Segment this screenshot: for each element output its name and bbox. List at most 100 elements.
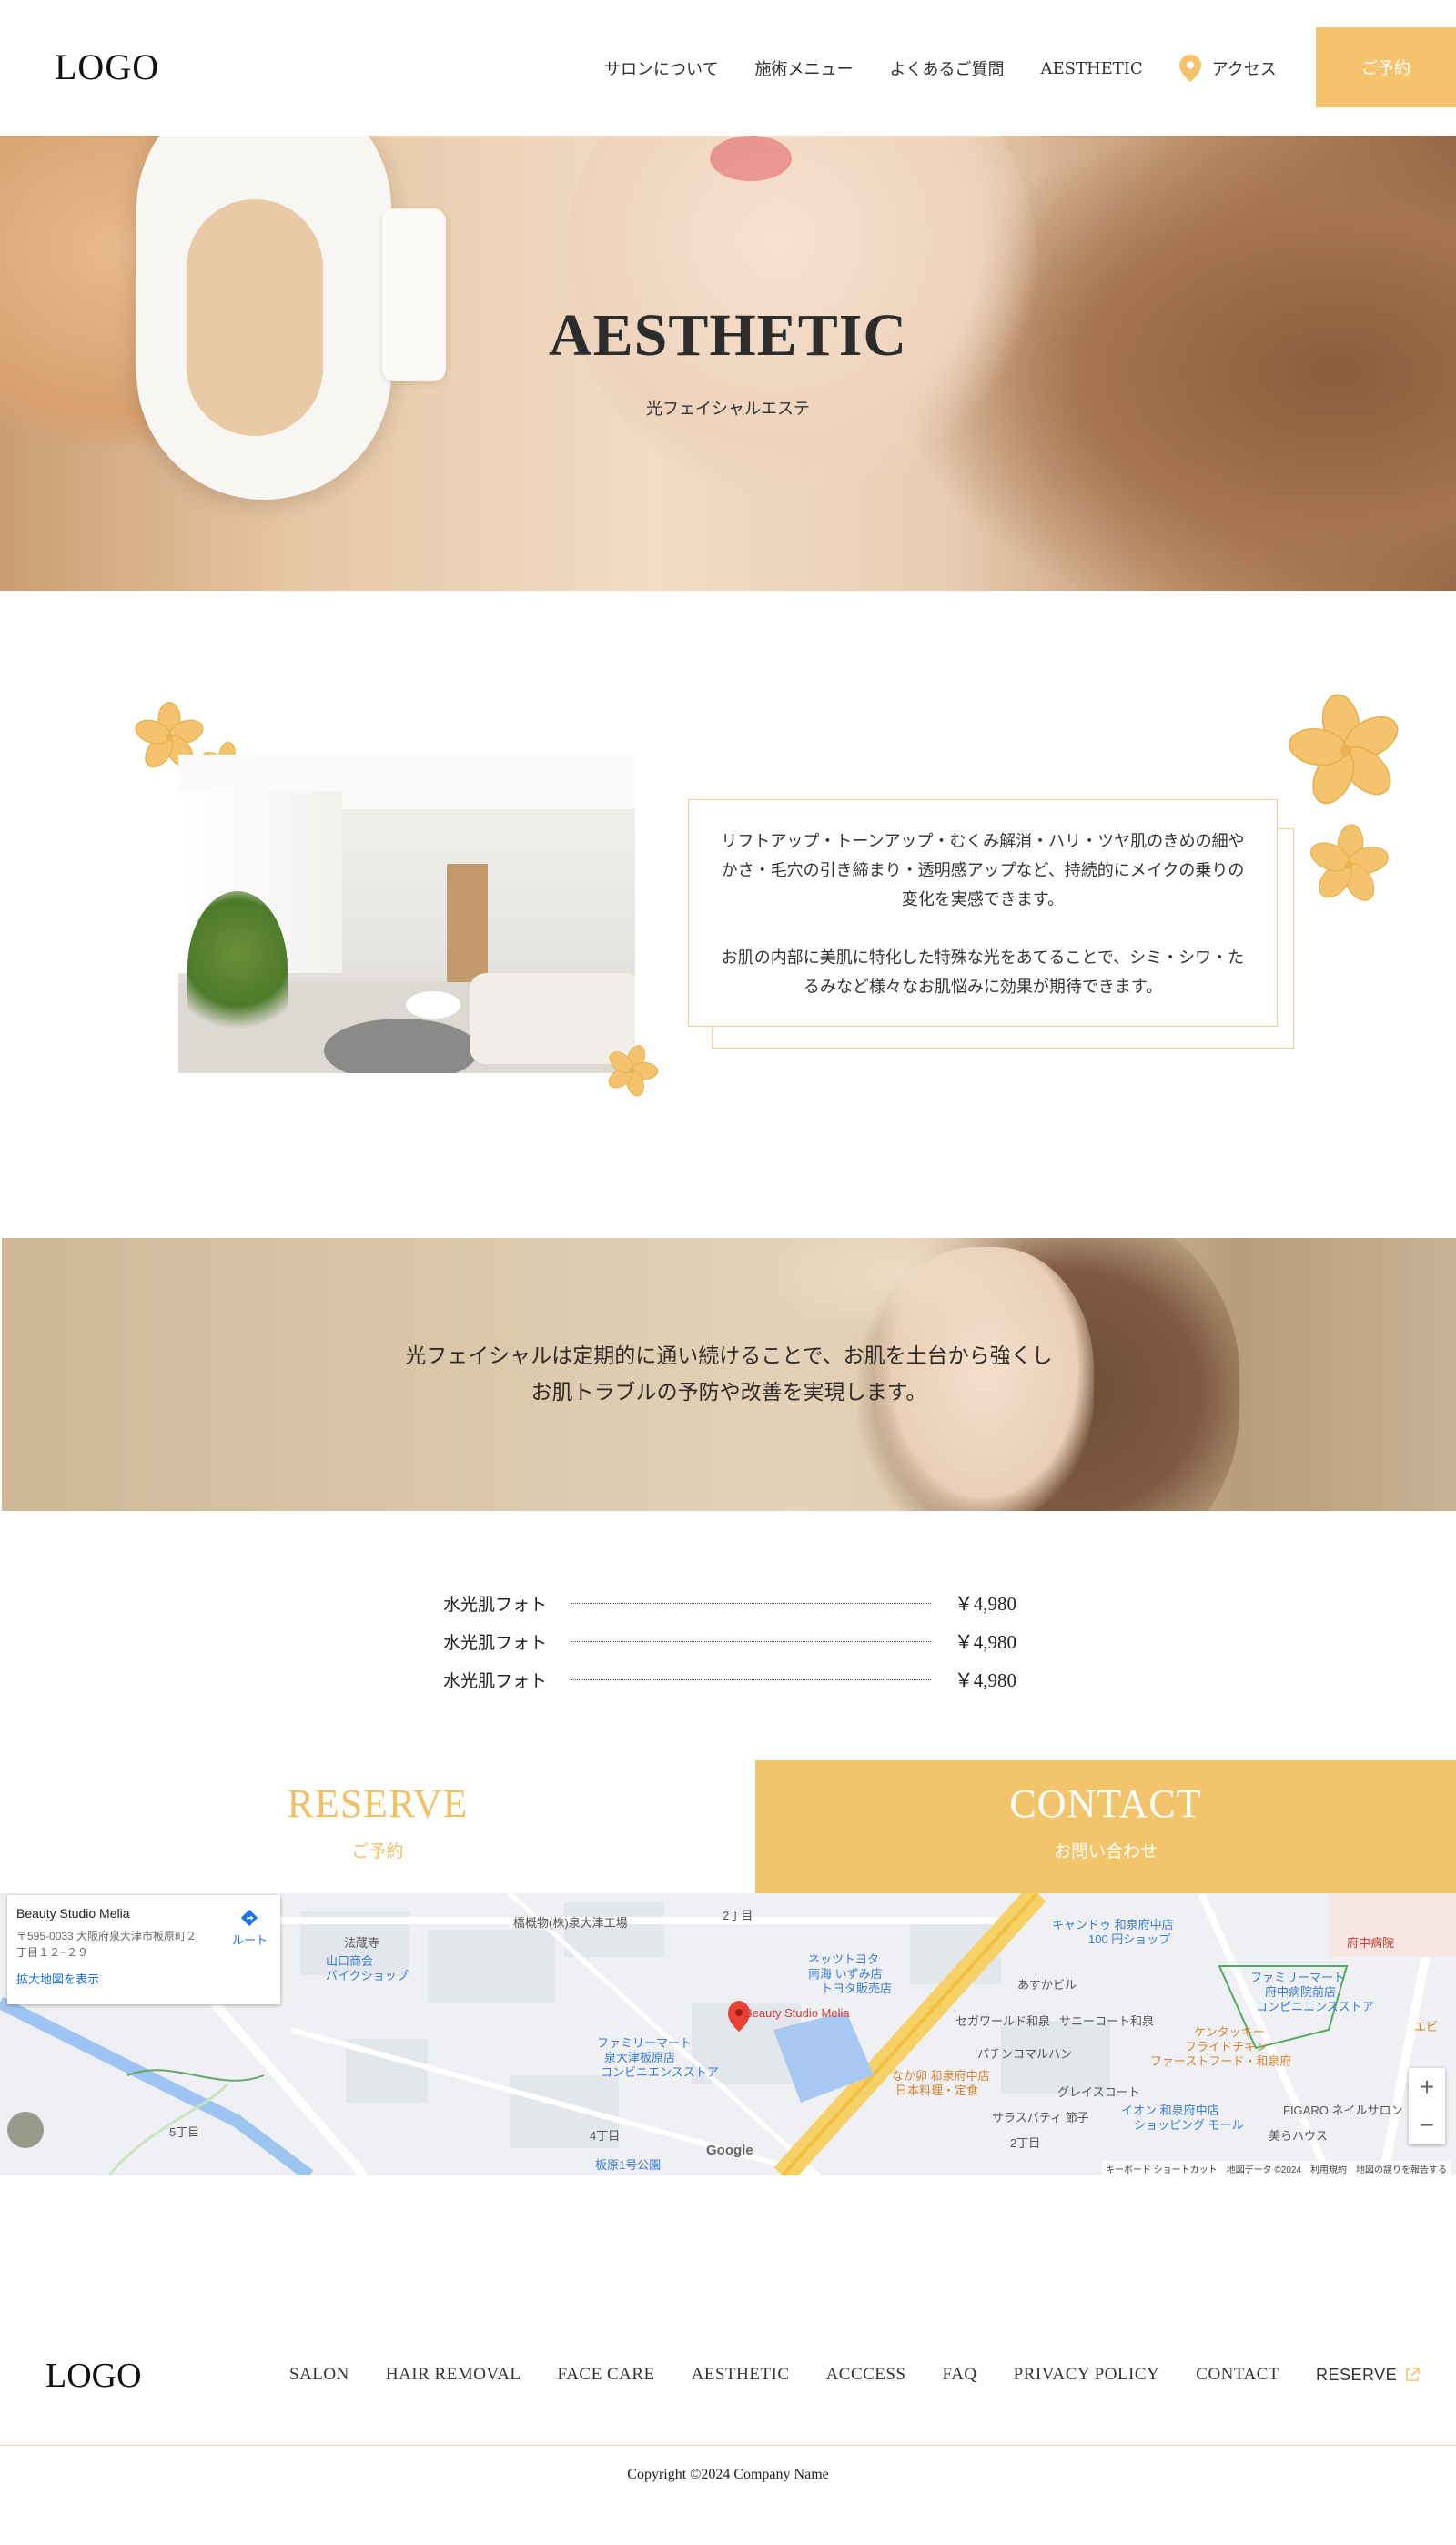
footer-nav-privacy[interactable]: PRIVACY POLICY [1014,2365,1160,2385]
map-label: 100 円ショップ [1088,1932,1171,1946]
map-label: 日本料理・定食 [895,2084,979,2097]
header-reserve-button[interactable]: ご予約 [1316,27,1456,107]
footer-logo[interactable]: LOGO [46,2356,142,2396]
price-item-name: 水光肌フォト [443,1594,548,1615]
message-banner: 光フェイシャルは定期的に通い続けることで、お肌を土台から強くし お肌トラブルの予… [2,1238,1456,1511]
footer-nav-contact[interactable]: CONTACT [1196,2365,1279,2385]
zoom-out-button[interactable]: − [1409,2106,1445,2144]
external-link-icon [1406,2368,1420,2381]
room-table [406,991,460,1019]
map-label: サラスパティ 節子 [992,2111,1089,2124]
room-door [447,864,488,991]
reserve-cta-button[interactable]: RESERVE ご予約 [0,1760,755,1893]
banner-message-line-2: お肌トラブルの予防や改善を実現します。 [531,1381,927,1404]
map-label: FIGARO ネイルサロン [1283,2104,1403,2117]
contact-cta-subtitle: お問い合わせ [1053,1841,1158,1861]
price-item-name: 水光肌フォト [443,1670,548,1691]
map-info-card: Beauty Studio Melia 〒595-0033 大阪府泉大津市板原町… [7,1895,280,2004]
reserve-cta-title: RESERVE [287,1781,469,1826]
contact-cta-title: CONTACT [1009,1781,1202,1826]
flower-decoration-icon [1289,694,1399,805]
flower-decoration-icon [1310,824,1389,901]
price-item-price: ￥4,980 [954,1669,1016,1691]
directions-icon [241,1909,258,1927]
reserve-cta-subtitle: ご予約 [351,1841,404,1861]
map-zoom-control: + − [1409,2068,1445,2144]
footer-nav: SALON HAIR REMOVAL FACE CARE AESTHETIC A… [289,2365,1421,2385]
intro-paragraph-1: リフトアップ・トーンアップ・むくみ解消・ハリ・ツヤ肌のきめの細やかさ・毛穴の引き… [721,832,1245,909]
salon-room-photo [178,755,635,1073]
price-item-price: ￥4,980 [954,1631,1016,1653]
flower-decoration-icon [608,1045,659,1097]
map-label: 美らハウス [1269,2129,1329,2143]
map-label: あすかビル [1017,1978,1077,1992]
map-label: 板原1号公園 [595,2158,662,2172]
footer-reserve-label: RESERVE [1315,2365,1398,2384]
hero-photo-lips [710,136,792,181]
map-enlarge-link[interactable]: 拡大地図を表示 [16,1970,271,1987]
footer-nav-access[interactable]: ACCCESS [826,2365,906,2385]
map-place-address: 〒595-0033 大阪府泉大津市板原町２丁目１２−２９ [16,1930,197,1959]
zoom-in-button[interactable]: + [1409,2068,1445,2106]
map-label: グレイスコート [1057,2085,1140,2099]
banner-message: 光フェイシャルは定期的に通い続けることで、お肌を土台から強くし お肌トラブルの予… [2,1338,1456,1411]
footer-nav-faq[interactable]: FAQ [943,2365,977,2385]
price-item-name: 水光肌フォト [443,1632,548,1653]
map-label: バイクショップ [326,1969,409,1982]
nav-item-salon[interactable]: サロンについて [604,56,718,80]
map-label: ファーストフード・和泉府 [1150,2054,1292,2068]
google-logo: Google [706,2143,753,2158]
copyright: Copyright ©2024 Company Name [627,2467,829,2482]
nav-item-menu[interactable]: 施術メニュー [754,56,853,80]
price-leader [571,1640,931,1642]
map-label: 2丁目 [1010,2136,1041,2150]
nav-item-faq[interactable]: よくあるご質問 [889,56,1004,80]
map-label: コンビニエンスストア [601,2065,719,2079]
map-label: 4丁目 [590,2129,621,2143]
map-pin-icon [1178,55,1201,82]
price-row: 水光肌フォト ￥4,980 [443,1660,1016,1698]
price-item-price: ￥4,980 [954,1593,1016,1615]
map-label: 2丁目 [723,1909,753,1922]
map-label: 橋概物(株)泉大津工場 [513,1916,628,1930]
intro-text-box: リフトアップ・トーンアップ・むくみ解消・ハリ・ツヤ肌のきめの細やかさ・毛穴の引き… [688,799,1278,1027]
map-label: 5丁目 [169,2125,200,2139]
map-label: サニーコート和泉 [1059,2014,1155,2028]
header-nav: サロンについて 施術メニュー よくあるご質問 AESTHETIC アクセス [604,55,1313,82]
footer-nav-face-care[interactable]: FACE CARE [558,2365,655,2385]
map-label: トヨタ販売店 [821,1982,893,1995]
banner-message-line-1: 光フェイシャルは定期的に通い続けることで、お肌を土台から強くし [405,1344,1053,1368]
map-label: ショッピング モール [1134,2118,1244,2132]
header-logo[interactable]: LOGO [55,46,159,88]
map-label: 府中病院 [1347,1936,1395,1950]
price-row: 水光肌フォト ￥4,980 [443,1622,1016,1660]
footer-nav-hair-removal[interactable]: HAIR REMOVAL [386,2365,521,2385]
nav-item-access-label: アクセス [1211,60,1277,79]
hero-banner: AESTHETIC 光フェイシャルエステ [0,136,1456,591]
map-label: セガワールド和泉 [956,2014,1051,2028]
nav-item-access[interactable]: アクセス [1178,55,1277,82]
footer-divider [0,2445,1456,2446]
nav-item-aesthetic[interactable]: AESTHETIC [1040,59,1142,78]
footer-nav-reserve[interactable]: RESERVE [1316,2366,1421,2385]
map-label: コンビニエンスストア [1256,2000,1374,2013]
price-row: 水光肌フォト ￥4,980 [443,1584,1016,1622]
contact-cta-button[interactable]: CONTACT お問い合わせ [755,1760,1456,1893]
map-route-button[interactable]: ルート [232,1908,268,1948]
intro-paragraph-2: お肌の内部に美肌に特化した特殊な光をあてることで、シミ・シワ・たるみなど様々なお… [721,948,1245,997]
footer-nav-salon[interactable]: SALON [289,2365,349,2385]
map-label: パチンコマルハン [977,2047,1073,2061]
footer-nav-aesthetic[interactable]: AESTHETIC [692,2365,790,2385]
price-leader [571,1678,931,1680]
map-route-label: ルート [231,1933,268,1947]
map-attribution[interactable]: キーボード ショートカット 地図データ ©2024 利用規約 地図の誤りを報告す… [1101,2161,1451,2176]
map-label: Beauty Studio Melia [744,2006,850,2020]
map-label: エビ [1414,2020,1439,2033]
price-leader [571,1602,931,1604]
page-title: AESTHETIC [548,302,908,369]
price-list: 水光肌フォト ￥4,980 水光肌フォト ￥4,980 水光肌フォト ￥4,98… [443,1584,1016,1698]
map-label: 法蔵寺 [344,1936,380,1950]
page-subtitle: 光フェイシャルエステ [646,400,810,419]
site-header: LOGO サロンについて 施術メニュー よくあるご質問 AESTHETIC アク… [0,0,1456,136]
room-plant [187,891,288,1046]
